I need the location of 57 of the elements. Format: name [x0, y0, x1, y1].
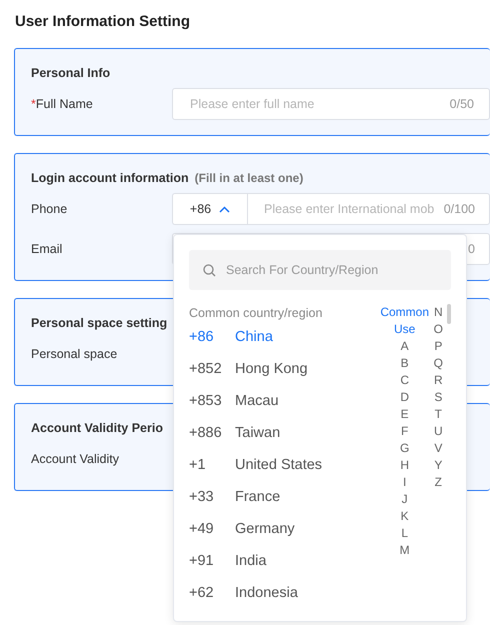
- country-option[interactable]: +33 France: [189, 482, 378, 514]
- country-option[interactable]: +62 Indonesia: [189, 578, 378, 610]
- search-field[interactable]: Search For Country/Region: [189, 250, 451, 290]
- index-letter[interactable]: N: [434, 304, 443, 321]
- index-letter[interactable]: D: [400, 389, 409, 406]
- section-title: Personal Info: [31, 65, 110, 82]
- index-letter[interactable]: H: [400, 457, 409, 474]
- country-option[interactable]: +49 Germany: [189, 514, 378, 546]
- field-label: Personal space: [31, 346, 118, 363]
- index-letter[interactable]: B: [400, 355, 409, 372]
- phone-input[interactable]: Please enter International mob: [262, 198, 444, 220]
- field-label: Account Validity: [31, 450, 120, 468]
- index-letter[interactable]: K: [400, 508, 409, 525]
- index-letter[interactable]: O: [434, 321, 443, 338]
- section-title: Account Validity Perio: [31, 420, 163, 437]
- country-option[interactable]: +91 India: [189, 546, 378, 578]
- country-option[interactable]: +86 China: [189, 322, 378, 354]
- country-option[interactable]: +852 Hong Kong: [189, 354, 378, 386]
- char-counter: 0/50: [450, 96, 474, 113]
- char-counter: 0/100: [444, 200, 475, 218]
- index-letter[interactable]: Y: [434, 457, 442, 474]
- index-letter[interactable]: T: [434, 406, 442, 423]
- char-counter: 0: [468, 240, 475, 258]
- index-letter[interactable]: C: [400, 372, 409, 389]
- country-option[interactable]: +1 United States: [189, 450, 378, 482]
- index-letter[interactable]: S: [434, 389, 442, 406]
- index-letter[interactable]: Z: [434, 474, 442, 491]
- index-letter[interactable]: I: [402, 474, 406, 491]
- field-label: Phone: [31, 200, 68, 218]
- country-option[interactable]: +853 Macau: [189, 386, 378, 418]
- list-heading: Common country/region: [189, 305, 324, 322]
- index-letter[interactable]: U: [434, 423, 443, 440]
- index-letter[interactable]: F: [400, 423, 408, 440]
- section-note: (Fill in at least one): [194, 171, 304, 185]
- chevron-up-icon: [219, 206, 230, 212]
- index-letter[interactable]: A: [400, 338, 409, 355]
- page-title: User Information Setting: [15, 12, 192, 32]
- index-letter[interactable]: M: [400, 542, 410, 559]
- country-option[interactable]: +886 Taiwan: [189, 418, 378, 450]
- section-title: Personal space setting: [31, 315, 168, 332]
- index-letter[interactable]: Q: [434, 355, 443, 372]
- index-letter[interactable]: V: [434, 440, 442, 457]
- search-input[interactable]: Search For Country/Region: [224, 260, 437, 280]
- index-letter[interactable]: L: [401, 525, 408, 542]
- field-label: Email: [31, 240, 64, 258]
- country-code-select[interactable]: +86: [172, 193, 247, 225]
- index-letter[interactable]: J: [402, 491, 408, 508]
- field-label: *Full Name: [31, 96, 94, 113]
- index-letter[interactable]: G: [400, 440, 410, 457]
- search-icon: [203, 264, 216, 276]
- section-title: Login account information: [31, 171, 189, 185]
- index-letter[interactable]: E: [400, 406, 409, 423]
- index-letter[interactable]: R: [434, 372, 443, 389]
- index-letter[interactable]: Common Use: [378, 304, 432, 338]
- scrollbar-thumb[interactable]: [447, 304, 451, 324]
- index-letter[interactable]: P: [434, 338, 442, 355]
- name-input[interactable]: Please enter full name: [188, 94, 450, 114]
